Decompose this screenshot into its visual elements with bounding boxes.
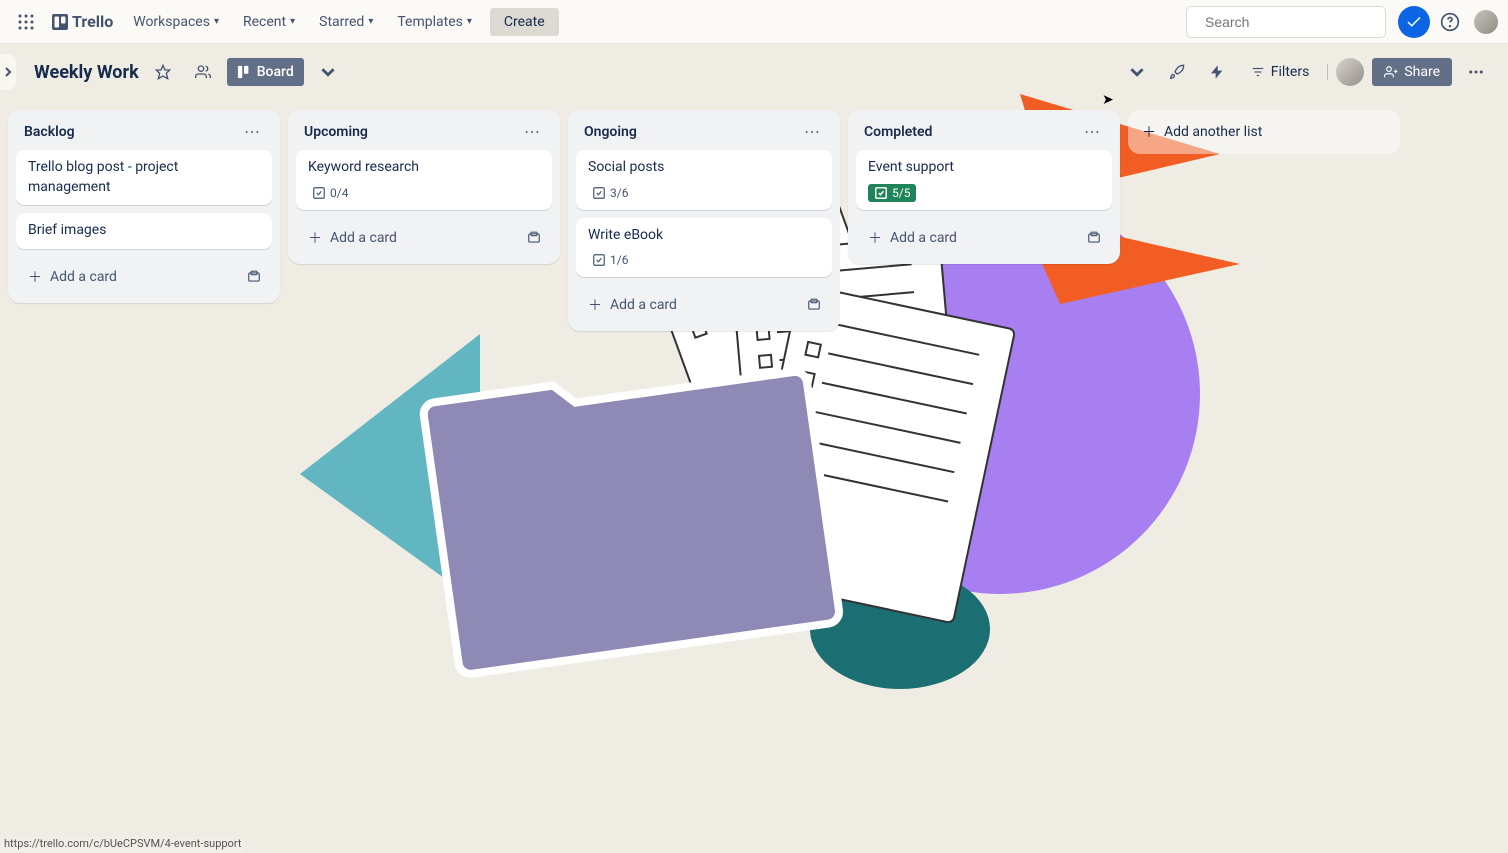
list-title[interactable]: Completed (864, 124, 932, 140)
card-title: Write eBook (588, 226, 820, 246)
notifications-button[interactable] (1398, 6, 1430, 38)
chevron-down-icon: ▾ (368, 16, 373, 27)
filters-label: Filters (1271, 64, 1310, 80)
plus-icon: ＋ (1142, 122, 1156, 142)
filters-button[interactable]: Filters (1241, 58, 1320, 86)
top-nav: Trello Workspaces ▾ Recent ▾ Starred ▾ Temp… (0, 0, 1508, 44)
board-title[interactable]: Weekly Work (34, 62, 139, 83)
nav-label: Starred (319, 14, 364, 30)
add-card-button[interactable]: ＋ Add a card (580, 289, 800, 321)
card-title: Trello blog post - project management (28, 158, 260, 197)
card[interactable]: Event support 5/5 (856, 150, 1112, 210)
list-completed: Completed ⋯ Event support 5/5 ＋ Add a ca… (848, 110, 1120, 264)
card-template-button[interactable] (800, 291, 828, 319)
share-button[interactable]: Share (1372, 58, 1452, 86)
card-template-button[interactable] (240, 263, 268, 291)
nav-label: Workspaces (133, 14, 210, 30)
checklist-count: 0/4 (330, 186, 348, 200)
add-card-label: Add a card (610, 297, 677, 313)
status-bar-url: https://trello.com/c/bUeCPSVM/4-event-su… (0, 837, 245, 853)
trello-logo[interactable]: Trello (46, 12, 119, 31)
card-title: Social posts (588, 158, 820, 178)
share-label: Share (1404, 64, 1440, 80)
card-template-button[interactable] (1080, 224, 1108, 252)
list-menu-button[interactable]: ⋯ (240, 122, 264, 142)
plus-icon: ＋ (588, 295, 602, 315)
checklist-count: 5/5 (892, 186, 910, 200)
plus-icon: ＋ (868, 228, 882, 248)
card-title: Event support (868, 158, 1100, 178)
list-upcoming: Upcoming ⋯ Keyword research 0/4 ＋ Add a … (288, 110, 560, 264)
account-avatar[interactable] (1474, 10, 1498, 34)
add-card-label: Add a card (890, 230, 957, 246)
checklist-icon (592, 253, 606, 267)
chevron-down-icon: ▾ (214, 16, 219, 27)
sidebar-expand-button[interactable] (0, 54, 16, 90)
search-input[interactable] (1205, 14, 1386, 30)
workspace-visibility-button[interactable] (187, 56, 219, 88)
nav-recent[interactable]: Recent ▾ (233, 8, 305, 36)
add-list-label: Add another list (1164, 124, 1262, 140)
plus-icon: ＋ (308, 228, 322, 248)
help-button[interactable] (1434, 6, 1466, 38)
card[interactable]: Write eBook 1/6 (576, 218, 832, 278)
logo-text: Trello (72, 12, 113, 31)
nav-starred[interactable]: Starred ▾ (309, 8, 383, 36)
nav-label: Recent (243, 14, 286, 30)
board-canvas[interactable]: Backlog ⋯ Trello blog post - project man… (0, 100, 1508, 853)
list-menu-button[interactable]: ⋯ (520, 122, 544, 142)
list-ongoing: Ongoing ⋯ Social posts 3/6 Write eBook 1… (568, 110, 840, 331)
app-switcher-button[interactable] (10, 6, 42, 38)
board-view-button[interactable]: Board (227, 58, 304, 86)
nav-label: Templates (397, 14, 463, 30)
view-switcher-button[interactable] (312, 56, 344, 88)
board-member-avatar[interactable] (1336, 58, 1364, 86)
checklist-icon (312, 186, 326, 200)
add-card-button[interactable]: ＋ Add a card (20, 261, 240, 293)
list-title[interactable]: Upcoming (304, 124, 368, 140)
add-card-label: Add a card (330, 230, 397, 246)
checklist-count: 3/6 (610, 186, 628, 200)
card[interactable]: Keyword research 0/4 (296, 150, 552, 210)
add-card-button[interactable]: ＋ Add a card (300, 222, 520, 254)
chevron-down-icon: ▾ (467, 16, 472, 27)
list-backlog: Backlog ⋯ Trello blog post - project man… (8, 110, 280, 303)
plus-icon: ＋ (28, 267, 42, 287)
card[interactable]: Trello blog post - project management (16, 150, 272, 205)
checklist-count: 1/6 (610, 253, 628, 267)
card-template-button[interactable] (520, 224, 548, 252)
list-title[interactable]: Backlog (24, 124, 75, 140)
view-label: Board (257, 64, 294, 80)
add-list-button[interactable]: ＋ Add another list (1128, 110, 1400, 154)
board-menu-button[interactable] (1460, 56, 1492, 88)
list-menu-button[interactable]: ⋯ (1080, 122, 1104, 142)
search-box[interactable] (1186, 6, 1386, 38)
list-menu-button[interactable]: ⋯ (800, 122, 824, 142)
card[interactable]: Brief images (16, 213, 272, 249)
star-button[interactable] (147, 56, 179, 88)
checklist-icon (592, 186, 606, 200)
nav-workspaces[interactable]: Workspaces ▾ (123, 8, 229, 36)
checklist-badge: 3/6 (588, 184, 632, 202)
create-button[interactable]: Create (490, 8, 559, 36)
checklist-badge: 1/6 (588, 251, 632, 269)
power-ups-button[interactable] (1161, 56, 1193, 88)
card-title: Keyword research (308, 158, 540, 178)
automation-button[interactable] (1201, 56, 1233, 88)
card-title: Brief images (28, 221, 260, 241)
checklist-icon (874, 186, 888, 200)
nav-templates[interactable]: Templates ▾ (387, 8, 482, 36)
divider (1327, 64, 1328, 80)
board-options-chevron[interactable] (1121, 56, 1153, 88)
checklist-badge-complete: 5/5 (868, 184, 916, 202)
list-title[interactable]: Ongoing (584, 124, 637, 140)
add-card-button[interactable]: ＋ Add a card (860, 222, 1080, 254)
add-card-label: Add a card (50, 269, 117, 285)
checklist-badge: 0/4 (308, 184, 352, 202)
card[interactable]: Social posts 3/6 (576, 150, 832, 210)
board-header: Weekly Work Board Filters Share (0, 44, 1508, 100)
chevron-down-icon: ▾ (290, 16, 295, 27)
